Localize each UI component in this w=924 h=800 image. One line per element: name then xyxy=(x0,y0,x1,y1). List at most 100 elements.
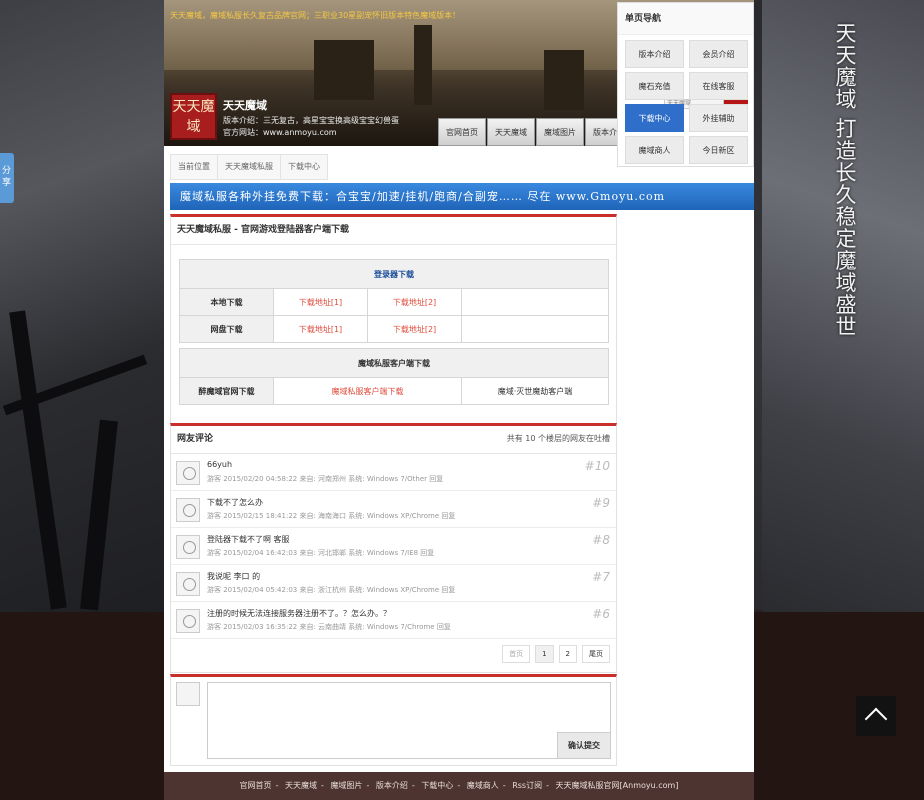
comment-meta[interactable]: 游客 2015/02/15 18:41:22 来自: 海南海口 系统: Wind… xyxy=(207,511,455,521)
panel-btn-plugins[interactable]: 外挂辅助 xyxy=(689,104,748,132)
panel-btn-recharge[interactable]: 魔石充值 xyxy=(625,72,684,100)
client-caption: 魔域私服客户端下载 xyxy=(179,348,609,378)
avatar xyxy=(176,535,200,559)
background-beam xyxy=(9,310,67,610)
panel-btn-member[interactable]: 会员介绍 xyxy=(689,40,748,68)
comment-meta[interactable]: 游客 2015/02/04 05:42:03 来自: 浙江杭州 系统: Wind… xyxy=(207,585,455,595)
download-link-text[interactable]: 下载地址[1] xyxy=(299,325,342,334)
top-notice: 天天魔域，魔域私服长久复古品牌官网；三职业30星副宠怀旧版本特色魔域版本！ xyxy=(170,11,461,20)
nav-item-tiantian[interactable]: 天天魔域 xyxy=(487,118,535,146)
header-castle xyxy=(314,40,374,100)
footer-link[interactable]: 魔域图片 xyxy=(330,781,362,790)
comment-meta[interactable]: 游客 2015/02/03 16:35:22 来自: 云南曲靖 系统: Wind… xyxy=(207,622,451,632)
panel-btn-newserver[interactable]: 今日新区 xyxy=(689,136,748,164)
empty-cell xyxy=(461,288,609,316)
ad-banner[interactable]: 魔域私服各种外挂免费下载：合宝宝/加速/挂机/跑商/合副宠…… 尽在 www.G… xyxy=(170,183,754,210)
site-url: 官方网站：www.anmoyu.com xyxy=(223,128,337,137)
reply-box: 确认提交 xyxy=(170,674,617,766)
page-nav-panel: 单页导航 天天魔域 版本介绍 会员介绍 魔石充值 在线客服 下载中心 外挂辅助 … xyxy=(617,2,754,167)
footer-link[interactable]: 魔域商人 xyxy=(467,781,499,790)
client-link: 魔域私服客户端下载 xyxy=(273,377,462,405)
comments-title: 网友评论 xyxy=(177,434,214,444)
panel-btn-version[interactable]: 版本介绍 xyxy=(625,40,684,68)
download-box-title: 天天魔域私服 - 官网游戏登陆器客户端下载 xyxy=(177,225,350,235)
vertical-slogan: 天天魔域 打造长久稳定魔域盛世 xyxy=(833,22,857,338)
comment-input[interactable] xyxy=(207,682,611,759)
comment-text: 我说呢 李口 的 xyxy=(207,572,261,581)
main-nav: 官网首页 天天魔域 魔域图片 版本介绍 xyxy=(438,118,634,146)
main-content: 当前位置 天天魔域私服 下载中心 魔域私服各种外挂免费下载：合宝宝/加速/挂机/… xyxy=(164,146,754,772)
download-link: 下载地址[2] xyxy=(367,315,462,343)
avatar xyxy=(176,461,200,485)
breadcrumb-item[interactable]: 下载中心 xyxy=(281,155,327,179)
nav-item-home[interactable]: 官网首页 xyxy=(438,118,486,146)
comment-floor: #9 xyxy=(592,496,610,510)
comment-item: 66yuh 游客 2015/02/20 04:58:22 来自: 河南郑州 系统… xyxy=(171,454,616,491)
comment-text: 注册的时候无法连接服务器注册不了。？怎么办。？ xyxy=(207,609,391,618)
row-label: 网盘下载 xyxy=(179,315,274,343)
comment-meta[interactable]: 游客 2015/02/20 04:58:22 来自: 河南郑州 系统: Wind… xyxy=(207,474,443,484)
comment-floor: #8 xyxy=(592,533,610,547)
pagination: 首页 1 2 尾页 xyxy=(497,645,610,663)
client-link-text[interactable]: 魔域私服客户端下载 xyxy=(332,387,404,396)
download-link-text[interactable]: 下载地址[1] xyxy=(299,298,342,307)
pager-page[interactable]: 1 xyxy=(535,645,554,663)
download-link: 下载地址[2] xyxy=(367,288,462,316)
comment-item: 我说呢 李口 的 游客 2015/02/04 05:42:03 来自: 浙江杭州… xyxy=(171,565,616,602)
comment-item: 登陆器下载不了啊 客服 游客 2015/02/04 16:42:03 来自: 河… xyxy=(171,528,616,565)
footer-link[interactable]: 下载中心 xyxy=(421,781,453,790)
back-to-top-icon[interactable] xyxy=(856,696,896,736)
pager-page[interactable]: 2 xyxy=(558,645,577,663)
comment-meta[interactable]: 游客 2015/02/04 16:42:03 来自: 河北邯郸 系统: Wind… xyxy=(207,548,434,558)
comments-summary: 共有 10 个楼层的网友在吐槽 xyxy=(506,434,610,443)
header-tower xyxy=(414,25,432,105)
background-art-left xyxy=(0,0,164,612)
share-tab[interactable]: 分享 xyxy=(0,153,14,203)
panel-btn-support[interactable]: 在线客服 xyxy=(689,72,748,100)
launcher-caption-link[interactable]: 登录器下载 xyxy=(374,270,414,279)
avatar xyxy=(176,572,200,596)
site-name: 天天魔域 xyxy=(223,99,267,112)
footer-link[interactable]: 版本介绍 xyxy=(376,781,408,790)
launcher-caption: 登录器下载 xyxy=(179,259,609,289)
header-castle xyxy=(544,50,584,110)
footer-link[interactable]: 天天魔域私服官网[Anmoyu.com] xyxy=(556,781,679,790)
footer-link[interactable]: Rss订阅 xyxy=(512,781,542,790)
footer-link[interactable]: 天天魔域 xyxy=(285,781,317,790)
download-box-header: 天天魔域私服 - 官网游戏登陆器客户端下载 xyxy=(171,217,616,245)
download-box: 天天魔域私服 - 官网游戏登陆器客户端下载 登录器下载 本地下载 下载地址[1]… xyxy=(170,214,617,426)
nav-item-gallery[interactable]: 魔域图片 xyxy=(536,118,584,146)
avatar xyxy=(176,609,200,633)
avatar xyxy=(176,498,200,522)
pager-last[interactable]: 尾页 xyxy=(582,645,610,663)
comments-box: 网友评论 共有 10 个楼层的网友在吐槽 66yuh 游客 2015/02/20… xyxy=(170,423,617,673)
row-label: 本地下载 xyxy=(179,288,274,316)
comment-item: 下载不了怎么办 游客 2015/02/15 18:41:22 来自: 海南海口 … xyxy=(171,491,616,528)
client-other-text[interactable]: 魔域·灭世魔劫客户端 xyxy=(498,387,573,396)
empty-cell xyxy=(461,315,609,343)
background-beam xyxy=(80,419,118,611)
breadcrumb-item: 当前位置 xyxy=(171,155,218,179)
comment-item: 注册的时候无法连接服务器注册不了。？怎么办。？ 游客 2015/02/03 16… xyxy=(171,602,616,639)
comment-text: 登陆器下载不了啊 客服 xyxy=(207,535,290,544)
submit-button[interactable]: 确认提交 xyxy=(557,732,611,759)
comment-text: 66yuh xyxy=(207,460,233,469)
panel-btn-download[interactable]: 下载中心 xyxy=(625,104,684,132)
pager-first[interactable]: 首页 xyxy=(502,645,531,663)
site-footer: 官网首页 - 天天魔域 - 魔域图片 - 版本介绍 - 下载中心 - 魔域商人 - Rss订… xyxy=(164,772,754,800)
comment-floor: #7 xyxy=(592,570,610,584)
client-table: 魔域私服客户端下载 醉魔域官网下载 魔域私服客户端下载 魔域·灭世魔劫客户端 xyxy=(179,348,609,405)
avatar xyxy=(176,682,200,706)
download-link: 下载地址[1] xyxy=(273,315,368,343)
download-link-text[interactable]: 下载地址[2] xyxy=(393,298,436,307)
footer-link[interactable]: 官网首页 xyxy=(240,781,272,790)
launcher-table: 登录器下载 本地下载 下载地址[1] 下载地址[2] 网盘下载 下载地址[1] … xyxy=(179,259,609,343)
site-logo[interactable]: 天天魔域 xyxy=(170,93,217,140)
panel-title: 单页导航 xyxy=(618,3,753,35)
comment-floor: #10 xyxy=(584,459,610,473)
download-link-text[interactable]: 下载地址[2] xyxy=(393,325,436,334)
breadcrumb-item[interactable]: 天天魔域私服 xyxy=(218,155,281,179)
comment-floor: #6 xyxy=(592,607,610,621)
comment-list: 66yuh 游客 2015/02/20 04:58:22 来自: 河南郑州 系统… xyxy=(171,454,616,639)
panel-btn-merchant[interactable]: 魔域商人 xyxy=(625,136,684,164)
